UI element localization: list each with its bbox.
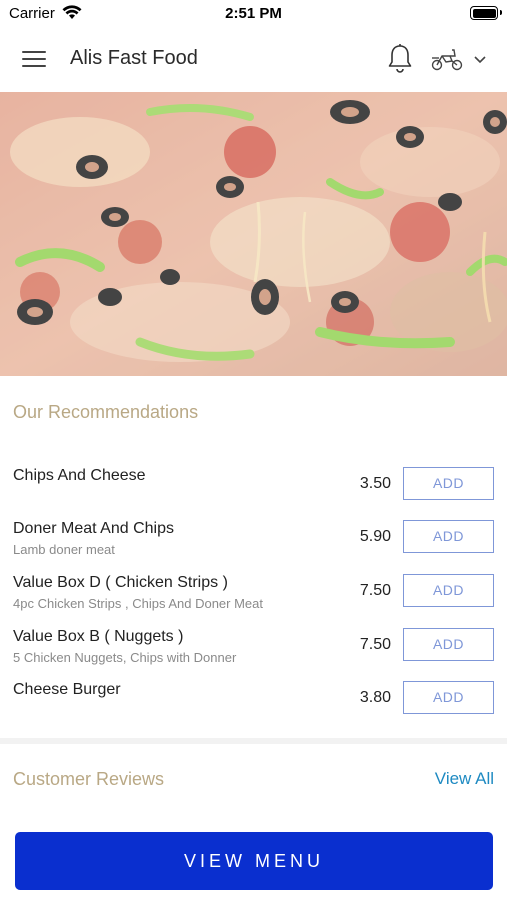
item-price: 3.80 (359, 689, 391, 706)
item-description: Lamb doner meat (13, 542, 115, 557)
item-price: 7.50 (359, 636, 391, 653)
menu-icon[interactable] (22, 46, 48, 70)
menu-item: Value Box B ( Nuggets ) 5 Chicken Nugget… (0, 628, 507, 680)
hero-food-image (0, 92, 507, 376)
add-button[interactable]: ADD (403, 628, 494, 661)
item-name: Cheese Burger (13, 681, 121, 698)
status-bar: Carrier 2:51 PM (0, 0, 507, 26)
item-price: 7.50 (359, 582, 391, 599)
add-button[interactable]: ADD (403, 520, 494, 553)
item-price: 5.90 (359, 528, 391, 545)
menu-item: Value Box D ( Chicken Strips ) 4pc Chick… (0, 574, 507, 626)
section-divider (0, 738, 507, 744)
view-menu-button[interactable]: VIEW MENU (15, 832, 493, 890)
scooter-icon[interactable] (430, 47, 464, 71)
restaurant-title: Alis Fast Food (70, 47, 198, 69)
menu-item: Cheese Burger 3.80 ADD (0, 681, 507, 733)
item-name: Value Box D ( Chicken Strips ) (13, 574, 228, 591)
app-header: Alis Fast Food (0, 26, 507, 92)
recommendations-title: Our Recommendations (13, 402, 199, 422)
item-description: 4pc Chicken Strips , Chips And Doner Mea… (13, 596, 264, 611)
bell-icon[interactable] (386, 43, 414, 75)
item-description: 5 Chicken Nuggets, Chips with Donner (13, 650, 237, 665)
menu-item: Doner Meat And Chips Lamb doner meat 5.9… (0, 520, 507, 572)
chevron-down-icon[interactable] (472, 52, 488, 66)
menu-item: Chips And Cheese 3.50 ADD (0, 467, 507, 519)
add-button[interactable]: ADD (403, 681, 494, 714)
add-button[interactable]: ADD (403, 467, 494, 500)
item-price: 3.50 (359, 475, 391, 492)
reviews-title: Customer Reviews (13, 769, 165, 789)
clock: 2:51 PM (225, 5, 282, 22)
view-all-reviews-link[interactable]: View All (435, 769, 494, 789)
item-name: Value Box B ( Nuggets ) (13, 628, 184, 645)
item-name: Chips And Cheese (13, 467, 146, 484)
battery-icon (470, 6, 502, 20)
add-button[interactable]: ADD (403, 574, 494, 607)
item-name: Doner Meat And Chips (13, 520, 174, 537)
